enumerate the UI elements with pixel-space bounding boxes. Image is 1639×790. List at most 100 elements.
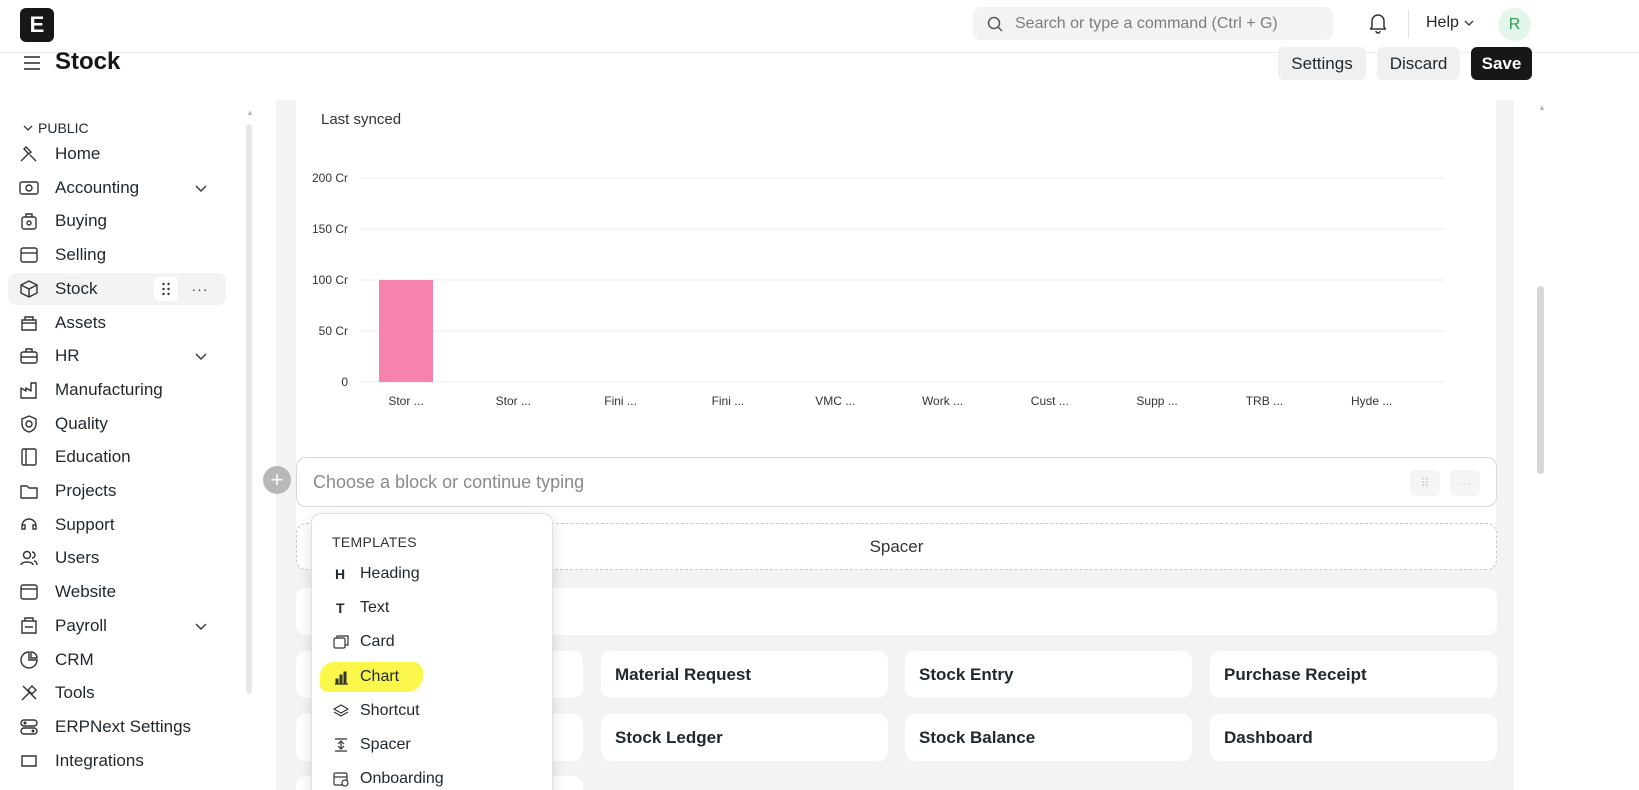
sidebar-item-label: Manufacturing [55, 379, 163, 399]
help-label: Help [1426, 14, 1459, 31]
template-item-label: Spacer [360, 736, 411, 753]
shortcut-stock-balance[interactable]: Stock Balance [905, 714, 1192, 761]
template-item-card[interactable]: Card [320, 627, 544, 657]
stock-bar-chart: 0 50 Cr 100 Cr 150 Cr 200 Cr Stor ... Stor ...… [312, 171, 1445, 408]
hamburger-menu-icon[interactable] [22, 54, 42, 77]
search-input[interactable] [1015, 14, 1315, 33]
template-item-chart[interactable]: Chart [320, 661, 423, 692]
sidebar-item-support[interactable]: Support [8, 509, 226, 541]
template-item-label: Text [360, 599, 390, 617]
chart-x-tick-label: VMC ... [815, 394, 855, 408]
help-dropdown[interactable]: Help [1426, 14, 1475, 32]
page-title: Stock [55, 48, 121, 75]
block-templates-menu: TEMPLATES H Heading T Text Card Chart Shortcut… [311, 513, 553, 790]
chevron-down-icon [23, 125, 33, 131]
sidebar-item-hr[interactable]: HR [8, 340, 226, 372]
shortcut-dashboard[interactable]: Dashboard [1210, 714, 1497, 761]
sidebar-scrollbar[interactable] [246, 124, 252, 694]
chart-icon [332, 668, 350, 686]
chart-x-tick-label: Hyde ... [1351, 394, 1392, 408]
shortcut-stock-ledger[interactable]: Stock Ledger [601, 714, 888, 761]
sidebar-item-crm[interactable]: CRM [8, 644, 226, 676]
block-input-field[interactable] [313, 471, 1313, 493]
manufacturing-icon [18, 379, 40, 401]
sidebar-item-erpnext-settings[interactable]: ERPNext Settings [8, 711, 226, 743]
block-input[interactable]: ⠿ ··· [296, 457, 1497, 507]
sidebar-item-tools[interactable]: Tools [8, 677, 226, 709]
block-tools: ⠿ ··· [1410, 470, 1480, 496]
svg-text:T: T [336, 600, 345, 616]
settings-button[interactable]: Settings [1278, 47, 1366, 80]
quality-icon [18, 413, 40, 435]
user-avatar[interactable]: R [1498, 8, 1531, 41]
shortcut-stock-entry[interactable]: Stock Entry [905, 651, 1192, 698]
main-scrollbar[interactable] [1537, 286, 1544, 474]
scroll-up-arrow-icon[interactable]: ▲ [246, 108, 254, 117]
sidebar-item-home[interactable]: Home [8, 138, 226, 170]
drag-handle-icon[interactable] [154, 276, 178, 301]
more-options-icon[interactable]: ··· [1450, 470, 1480, 496]
navbar-divider [1408, 10, 1409, 38]
sidebar-item-label: Home [55, 144, 101, 163]
sidebar-item-assets[interactable]: Assets [8, 307, 226, 339]
chart-x-tick-label: Fini ... [604, 394, 637, 408]
template-item-text[interactable]: T Text [320, 593, 544, 623]
save-button[interactable]: Save [1471, 47, 1532, 80]
sidebar: PUBLIC Home Accounting Buying Selling Stock ·… [0, 100, 240, 790]
template-item-label: Chart [360, 667, 400, 685]
website-icon [18, 581, 40, 603]
template-item-onboarding[interactable]: Onboarding [320, 764, 544, 790]
chart-x-tick-label: TRB ... [1246, 394, 1283, 408]
chart-x-tick-label: Work ... [922, 394, 963, 408]
chevron-down-icon [1464, 20, 1474, 26]
sidebar-item-website[interactable]: Website [8, 576, 226, 608]
add-block-button[interactable]: + [263, 466, 291, 494]
sidebar-item-payroll[interactable]: Payroll [8, 610, 226, 642]
sidebar-item-accounting[interactable]: Accounting [8, 172, 226, 204]
templates-heading: TEMPLATES [332, 534, 417, 550]
sidebar-item-integrations[interactable]: Integrations [8, 745, 226, 777]
sidebar-section-public[interactable]: PUBLIC [22, 120, 89, 136]
sidebar-item-selling[interactable]: Selling [8, 239, 226, 271]
drag-handle-icon[interactable]: ⠿ [1410, 470, 1440, 496]
sidebar-item-quality[interactable]: Quality [8, 408, 226, 440]
sidebar-item-label: Website [55, 582, 117, 602]
more-options-icon[interactable]: ··· [188, 277, 212, 301]
template-item-label: Heading [360, 565, 420, 582]
home-icon [18, 143, 40, 165]
crm-icon [18, 649, 40, 671]
search-bar[interactable] [973, 7, 1333, 40]
chart-bar[interactable] [379, 280, 433, 382]
sidebar-item-users[interactable]: Users [8, 542, 226, 574]
sidebar-item-label: Projects [55, 481, 117, 500]
sidebar-item-education[interactable]: Education [8, 441, 226, 473]
sidebar-item-projects[interactable]: Projects [8, 475, 226, 507]
template-item-spacer[interactable]: Spacer [320, 730, 544, 760]
search-icon [987, 16, 1003, 32]
scroll-up-arrow-icon[interactable]: ▲ [1538, 103, 1546, 112]
sidebar-item-stock[interactable]: Stock ··· [8, 272, 226, 305]
template-item-label: Onboarding [360, 770, 444, 788]
chevron-down-icon[interactable] [194, 349, 208, 363]
chevron-down-icon[interactable] [194, 619, 208, 633]
sidebar-item-label: Users [55, 548, 100, 568]
chart-x-tick-label: Cust ... [1031, 394, 1069, 408]
sidebar-item-manufacturing[interactable]: Manufacturing [8, 374, 226, 406]
chart-y-tick-label: 150 Cr [312, 222, 348, 236]
education-icon [18, 446, 40, 468]
notification-bell-icon[interactable] [1368, 12, 1388, 39]
template-item-shortcut[interactable]: Shortcut [320, 696, 544, 726]
hr-icon [18, 345, 40, 367]
sidebar-item-buying[interactable]: Buying [8, 205, 226, 237]
chevron-down-icon[interactable] [194, 181, 208, 195]
chart-y-tick-label: 0 [341, 375, 348, 389]
sidebar-item-label: CRM [55, 649, 94, 669]
shortcut-material-request[interactable]: Material Request [601, 651, 888, 698]
discard-button[interactable]: Discard [1377, 47, 1460, 80]
sidebar-item-label: Accounting [55, 177, 140, 197]
template-item-heading[interactable]: H Heading [320, 559, 544, 589]
sidebar-item-label: Selling [55, 245, 107, 265]
sidebar-item-label: Stock [55, 278, 98, 298]
app-logo[interactable]: E [20, 8, 54, 42]
shortcut-purchase-receipt[interactable]: Purchase Receipt [1210, 651, 1497, 698]
